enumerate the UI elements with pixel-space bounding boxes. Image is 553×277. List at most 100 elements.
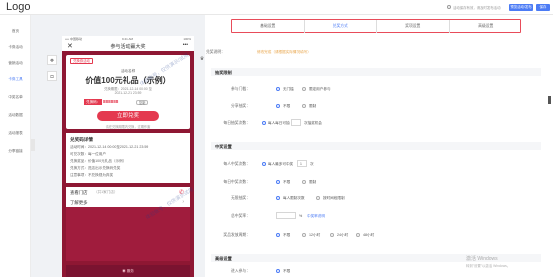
preview-publish-button[interactable]: 预览活动/发布 xyxy=(509,4,533,11)
redeem-button[interactable]: 立即兑奖 xyxy=(97,111,159,121)
section-header xyxy=(211,142,541,150)
daily-win-label: 每日中奖次数： xyxy=(223,180,250,184)
sidebar-item-coupon[interactable]: 卡券活动 xyxy=(0,45,31,50)
cycle-opt: 不限 xyxy=(283,233,291,237)
cycle-opt: 24小时 xyxy=(337,233,349,237)
battery-text: 100% xyxy=(183,36,191,41)
sidebar-item-winners[interactable]: 中奖名单 xyxy=(0,95,31,100)
tab-redeem-method[interactable]: 兑奖方式 xyxy=(305,20,377,33)
shops-title: 查看门店 xyxy=(70,190,88,195)
daily-draw-text: 每人每日可抽 xyxy=(268,121,290,125)
share-label: 分享抽奖： xyxy=(231,104,250,108)
redeem-desc-label: 兑奖说明： xyxy=(206,50,225,54)
coupon-title: 价值100元礼品（示例） xyxy=(85,76,171,85)
win-limit-radio[interactable] xyxy=(262,162,266,166)
activity-background: 兑换券活动 活动名称 价值100元礼品（示例） 兑换期限：2021-12-14 … xyxy=(62,51,194,277)
sidebar-item-share[interactable]: 分享链接 xyxy=(0,149,31,154)
coupon-tag: 兑换券活动 xyxy=(70,58,93,64)
cycle-48h-radio[interactable] xyxy=(356,233,360,237)
participation-restricted-radio[interactable] xyxy=(302,87,306,91)
cycle-12h-radio[interactable] xyxy=(302,233,306,237)
cycle-unlimited-radio[interactable] xyxy=(276,233,280,237)
top-bar: Logo 活动保存有效，请及时发布活动 预览活动/发布 保存 xyxy=(0,0,553,15)
coupon-subtitle: 活动名称 xyxy=(120,69,136,73)
rules-area xyxy=(66,207,190,261)
detail-line: 兑换方式：进店出示兑换码兑奖 xyxy=(70,166,121,170)
view-shops-row[interactable]: 查看门店 （共1家门店） ✆ xyxy=(66,187,190,197)
win-rate-label: 总中奖率： xyxy=(231,214,250,218)
cycle-opt: 48小时 xyxy=(363,233,375,237)
phone-preview: •••• 中国移动 9:41 AM 100% ✕ 参与活动赢大奖 ••• 兑换券… xyxy=(62,36,194,277)
daily-win-limited-radio[interactable] xyxy=(302,180,306,184)
detail-line: 可兑次数：每一位用户 xyxy=(70,152,106,156)
daily-win-opt: 限制 xyxy=(309,180,317,184)
win-rate-unit: % xyxy=(299,214,303,218)
win-rate-input[interactable] xyxy=(276,212,296,219)
tab-basic[interactable]: 基础设置 xyxy=(232,20,305,33)
phone-nav-bar: ✕ 参与活动赢大奖 ••• xyxy=(62,41,194,51)
daily-draw-label: 每日抽奖次数： xyxy=(223,121,250,125)
sidebar-item-marketing[interactable]: 营销活动 xyxy=(0,61,31,66)
detail-line: 兑换奖品：价值100元礼品（示例） xyxy=(70,159,127,163)
unlimited-per-user-radio[interactable] xyxy=(276,196,280,200)
settings-tabs: 基础设置 兑奖方式 奖项设置 高级设置 xyxy=(231,19,521,33)
phone-page-title: 参与活动赢大奖 xyxy=(110,44,146,50)
unlimited-opt: 每人限制次数 xyxy=(283,196,305,200)
carrier-text: •••• 中国移动 xyxy=(65,36,83,41)
sidebar-item-home[interactable]: 首页 xyxy=(0,29,31,34)
share-unlimited-radio[interactable] xyxy=(276,104,280,108)
win-limit-input[interactable]: 1 xyxy=(297,160,307,167)
entry-unlimited-radio[interactable] xyxy=(276,269,280,273)
code-value: 888888 xyxy=(103,99,119,104)
section-title-advanced: 高级设置 xyxy=(215,255,232,261)
daily-draw-unit: 次抽奖机会 xyxy=(304,121,322,125)
gift-icon[interactable]: ❖ xyxy=(47,55,57,65)
participation-unlimited-radio[interactable] xyxy=(276,87,280,91)
participation-opt: 无门槛 xyxy=(283,87,294,91)
cake-icon[interactable]: ◘ xyxy=(47,71,57,81)
section-header xyxy=(211,68,541,76)
entry-opt: 不限 xyxy=(283,269,291,273)
detail-line: 注意事项：不兑换视为弃奖 xyxy=(70,173,114,177)
daily-draw-input[interactable] xyxy=(291,119,301,126)
win-limit-text: 每人最多可中奖 xyxy=(268,162,294,166)
save-tip: 活动保存有效，请及时发布活动 xyxy=(453,6,501,10)
tab-prizes[interactable]: 奖项设置 xyxy=(377,20,450,33)
unlimited-opt: 按时间段限制 xyxy=(323,196,345,200)
unlimited-label: 无限抽奖： xyxy=(231,196,250,200)
cycle-24h-radio[interactable] xyxy=(330,233,334,237)
daily-win-unlimited-radio[interactable] xyxy=(276,180,280,184)
redeem-desc-value[interactable]: 修改完成（请根据实际情况填写） xyxy=(257,50,311,55)
section-title-draw-limit: 抽奖限制 xyxy=(215,69,232,75)
win-limit-unit: 次 xyxy=(310,162,314,166)
learn-more-title: 了解更多 xyxy=(70,200,88,205)
phone-footer[interactable]: ◉ 服务 xyxy=(66,265,190,277)
daily-draw-radio[interactable] xyxy=(262,121,266,125)
entry-label: 进入参与： xyxy=(231,269,250,273)
more-icon[interactable]: ••• xyxy=(183,42,188,48)
coupon-note: 请在兑换期限内兑换，过期作废 xyxy=(105,125,151,129)
win-rate-help-link[interactable]: 中奖率说明 xyxy=(307,214,325,219)
scrollbar-thumb[interactable] xyxy=(548,96,551,104)
tab-advanced[interactable]: 高级设置 xyxy=(450,20,523,33)
detail-line: 活动时间：2021-12-14 00:00至2021-12-21 23:59 xyxy=(70,145,149,149)
cycle-label: 奖品发放周期： xyxy=(223,233,250,237)
sidebar-item-coupon-tools[interactable]: 卡券工具 xyxy=(0,77,31,82)
status-time: 9:41 AM xyxy=(122,36,134,41)
cycle-opt: 12小时 xyxy=(309,233,321,237)
sidebar-item-report[interactable]: 活动报表 xyxy=(0,131,31,136)
share-opt: 限制 xyxy=(309,104,317,108)
save-button[interactable]: 保存 xyxy=(536,4,550,11)
logo: Logo xyxy=(6,1,31,13)
daily-win-opt: 不限 xyxy=(283,180,291,184)
share-limited-radio[interactable] xyxy=(302,104,306,108)
sidebar-item-data[interactable]: 活动数据 xyxy=(0,113,31,118)
windows-activation-title: 激活 Windows xyxy=(466,256,498,262)
redeem-details: 兑奖码详情 活动时间：2021-12-14 00:00至2021-12-21 2… xyxy=(66,133,190,183)
copy-code-button[interactable]: 复制 xyxy=(136,99,149,105)
shops-count: （共1家门店） xyxy=(94,190,118,195)
sidebar: 首页 卡券活动 营销活动 卡券工具 中奖名单 活动数据 活动报表 分享链接 xyxy=(0,15,31,277)
share-opt: 不限 xyxy=(283,104,291,108)
info-icon xyxy=(447,5,451,9)
unlimited-by-time-radio[interactable] xyxy=(316,196,320,200)
